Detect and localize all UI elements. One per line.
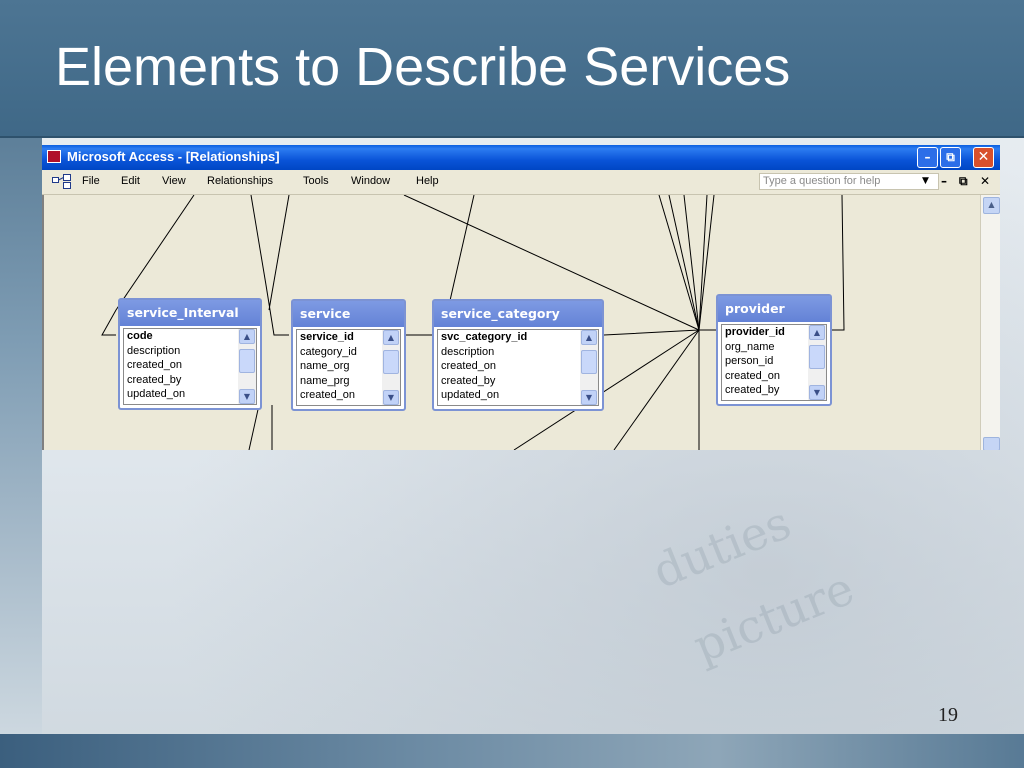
field-list[interactable]: service_id category_id name_org name_prg…: [296, 329, 401, 406]
field-item[interactable]: updated_on: [438, 388, 598, 403]
table-service[interactable]: service service_id category_id name_org …: [291, 299, 406, 411]
field-item[interactable]: created_by: [124, 373, 256, 388]
slide-title-bar: Elements to Describe Services: [0, 0, 1024, 138]
table-title[interactable]: service_category: [434, 301, 602, 327]
slide-title: Elements to Describe Services: [55, 37, 791, 97]
window-title-bar[interactable]: Microsoft Access - [Relationships] – ⧉ ✕: [42, 145, 1000, 170]
field-list[interactable]: code description created_on created_by u…: [123, 328, 257, 405]
scroll-up-icon[interactable]: ▲: [239, 329, 255, 344]
relationship-line: [830, 195, 845, 331]
menu-help[interactable]: Help: [416, 175, 439, 187]
scroll-thumb[interactable]: [383, 350, 399, 374]
ask-question-input[interactable]: Type a question for help: [759, 173, 939, 190]
relationship-line: [668, 195, 700, 331]
field-item[interactable]: updated_on: [124, 387, 256, 402]
mdi-close-button[interactable]: ✕: [980, 174, 990, 188]
table-title[interactable]: provider: [718, 296, 830, 322]
menu-relationships[interactable]: Relationships: [207, 175, 273, 187]
scroll-thumb[interactable]: [239, 349, 255, 373]
relationships-icon[interactable]: [52, 174, 72, 189]
mdi-minimize-button[interactable]: –: [941, 174, 947, 188]
field-item[interactable]: created_by: [438, 374, 598, 389]
table-title[interactable]: service_Interval: [120, 300, 260, 326]
relationship-line: [698, 195, 708, 331]
field-item[interactable]: description: [124, 344, 256, 359]
table-scrollbar[interactable]: ▲ ▼: [382, 330, 400, 405]
field-item[interactable]: description: [438, 345, 598, 360]
menu-bar: File Edit View Relationships Tools Windo…: [42, 170, 1000, 195]
table-scrollbar[interactable]: ▲ ▼: [238, 329, 256, 404]
menu-file[interactable]: File: [82, 175, 100, 187]
field-item[interactable]: created_on: [438, 359, 598, 374]
relationship-line: [698, 195, 715, 331]
scroll-down-icon[interactable]: ▼: [809, 385, 825, 400]
access-app-icon[interactable]: [47, 150, 61, 163]
scroll-up-icon[interactable]: ▲: [809, 325, 825, 340]
scroll-up-icon[interactable]: ▲: [383, 330, 399, 345]
minimize-button[interactable]: –: [917, 147, 938, 168]
scroll-thumb[interactable]: [581, 350, 597, 374]
mdi-restore-button[interactable]: ⧉: [959, 174, 968, 189]
scroll-down-icon[interactable]: ▼: [581, 390, 597, 405]
relationship-line: [248, 404, 260, 450]
table-service-category[interactable]: service_category svc_category_id descrip…: [432, 299, 604, 411]
page-number: 19: [938, 704, 958, 726]
canvas-vertical-scrollbar[interactable]: ▲: [980, 195, 1000, 450]
field-list[interactable]: provider_id org_name person_id created_o…: [721, 324, 827, 401]
menu-tools[interactable]: Tools: [303, 175, 329, 187]
menu-window[interactable]: Window: [351, 175, 390, 187]
table-service-interval[interactable]: service_Interval code description create…: [118, 298, 262, 410]
scroll-down-icon[interactable]: ▼: [239, 389, 255, 404]
scroll-up-icon[interactable]: ▲: [983, 197, 1000, 214]
scroll-down-icon[interactable]: ▼: [383, 390, 399, 405]
field-list[interactable]: svc_category_id description created_on c…: [437, 329, 599, 406]
relationship-line: [683, 195, 700, 331]
field-item[interactable]: created_on: [124, 358, 256, 373]
field-item[interactable]: svc_category_id: [438, 330, 598, 345]
left-decoration: [0, 136, 42, 736]
relationship-line: [268, 195, 290, 311]
menu-edit[interactable]: Edit: [121, 175, 140, 187]
table-scrollbar[interactable]: ▲ ▼: [580, 330, 598, 405]
restore-button[interactable]: ⧉: [940, 147, 961, 168]
table-title[interactable]: service: [293, 301, 404, 327]
field-item[interactable]: code: [124, 329, 256, 344]
menu-view[interactable]: View: [162, 175, 186, 187]
relationship-line: [613, 329, 700, 450]
close-button[interactable]: ✕: [973, 147, 994, 168]
window-title: Microsoft Access - [Relationships]: [67, 149, 280, 164]
relationship-line: [658, 195, 700, 331]
relationships-canvas[interactable]: service_Interval code description create…: [42, 195, 980, 450]
table-scrollbar[interactable]: ▲ ▼: [808, 325, 826, 400]
relationship-line: [448, 195, 475, 306]
scroll-thumb[interactable]: [983, 437, 1000, 450]
scroll-up-icon[interactable]: ▲: [581, 330, 597, 345]
access-window[interactable]: Microsoft Access - [Relationships] – ⧉ ✕…: [42, 145, 1000, 450]
ask-dropdown-icon[interactable]: ▼: [922, 176, 929, 186]
scroll-thumb[interactable]: [809, 345, 825, 369]
table-provider[interactable]: provider provider_id org_name person_id …: [716, 294, 832, 406]
bottom-decoration: [0, 734, 1024, 768]
